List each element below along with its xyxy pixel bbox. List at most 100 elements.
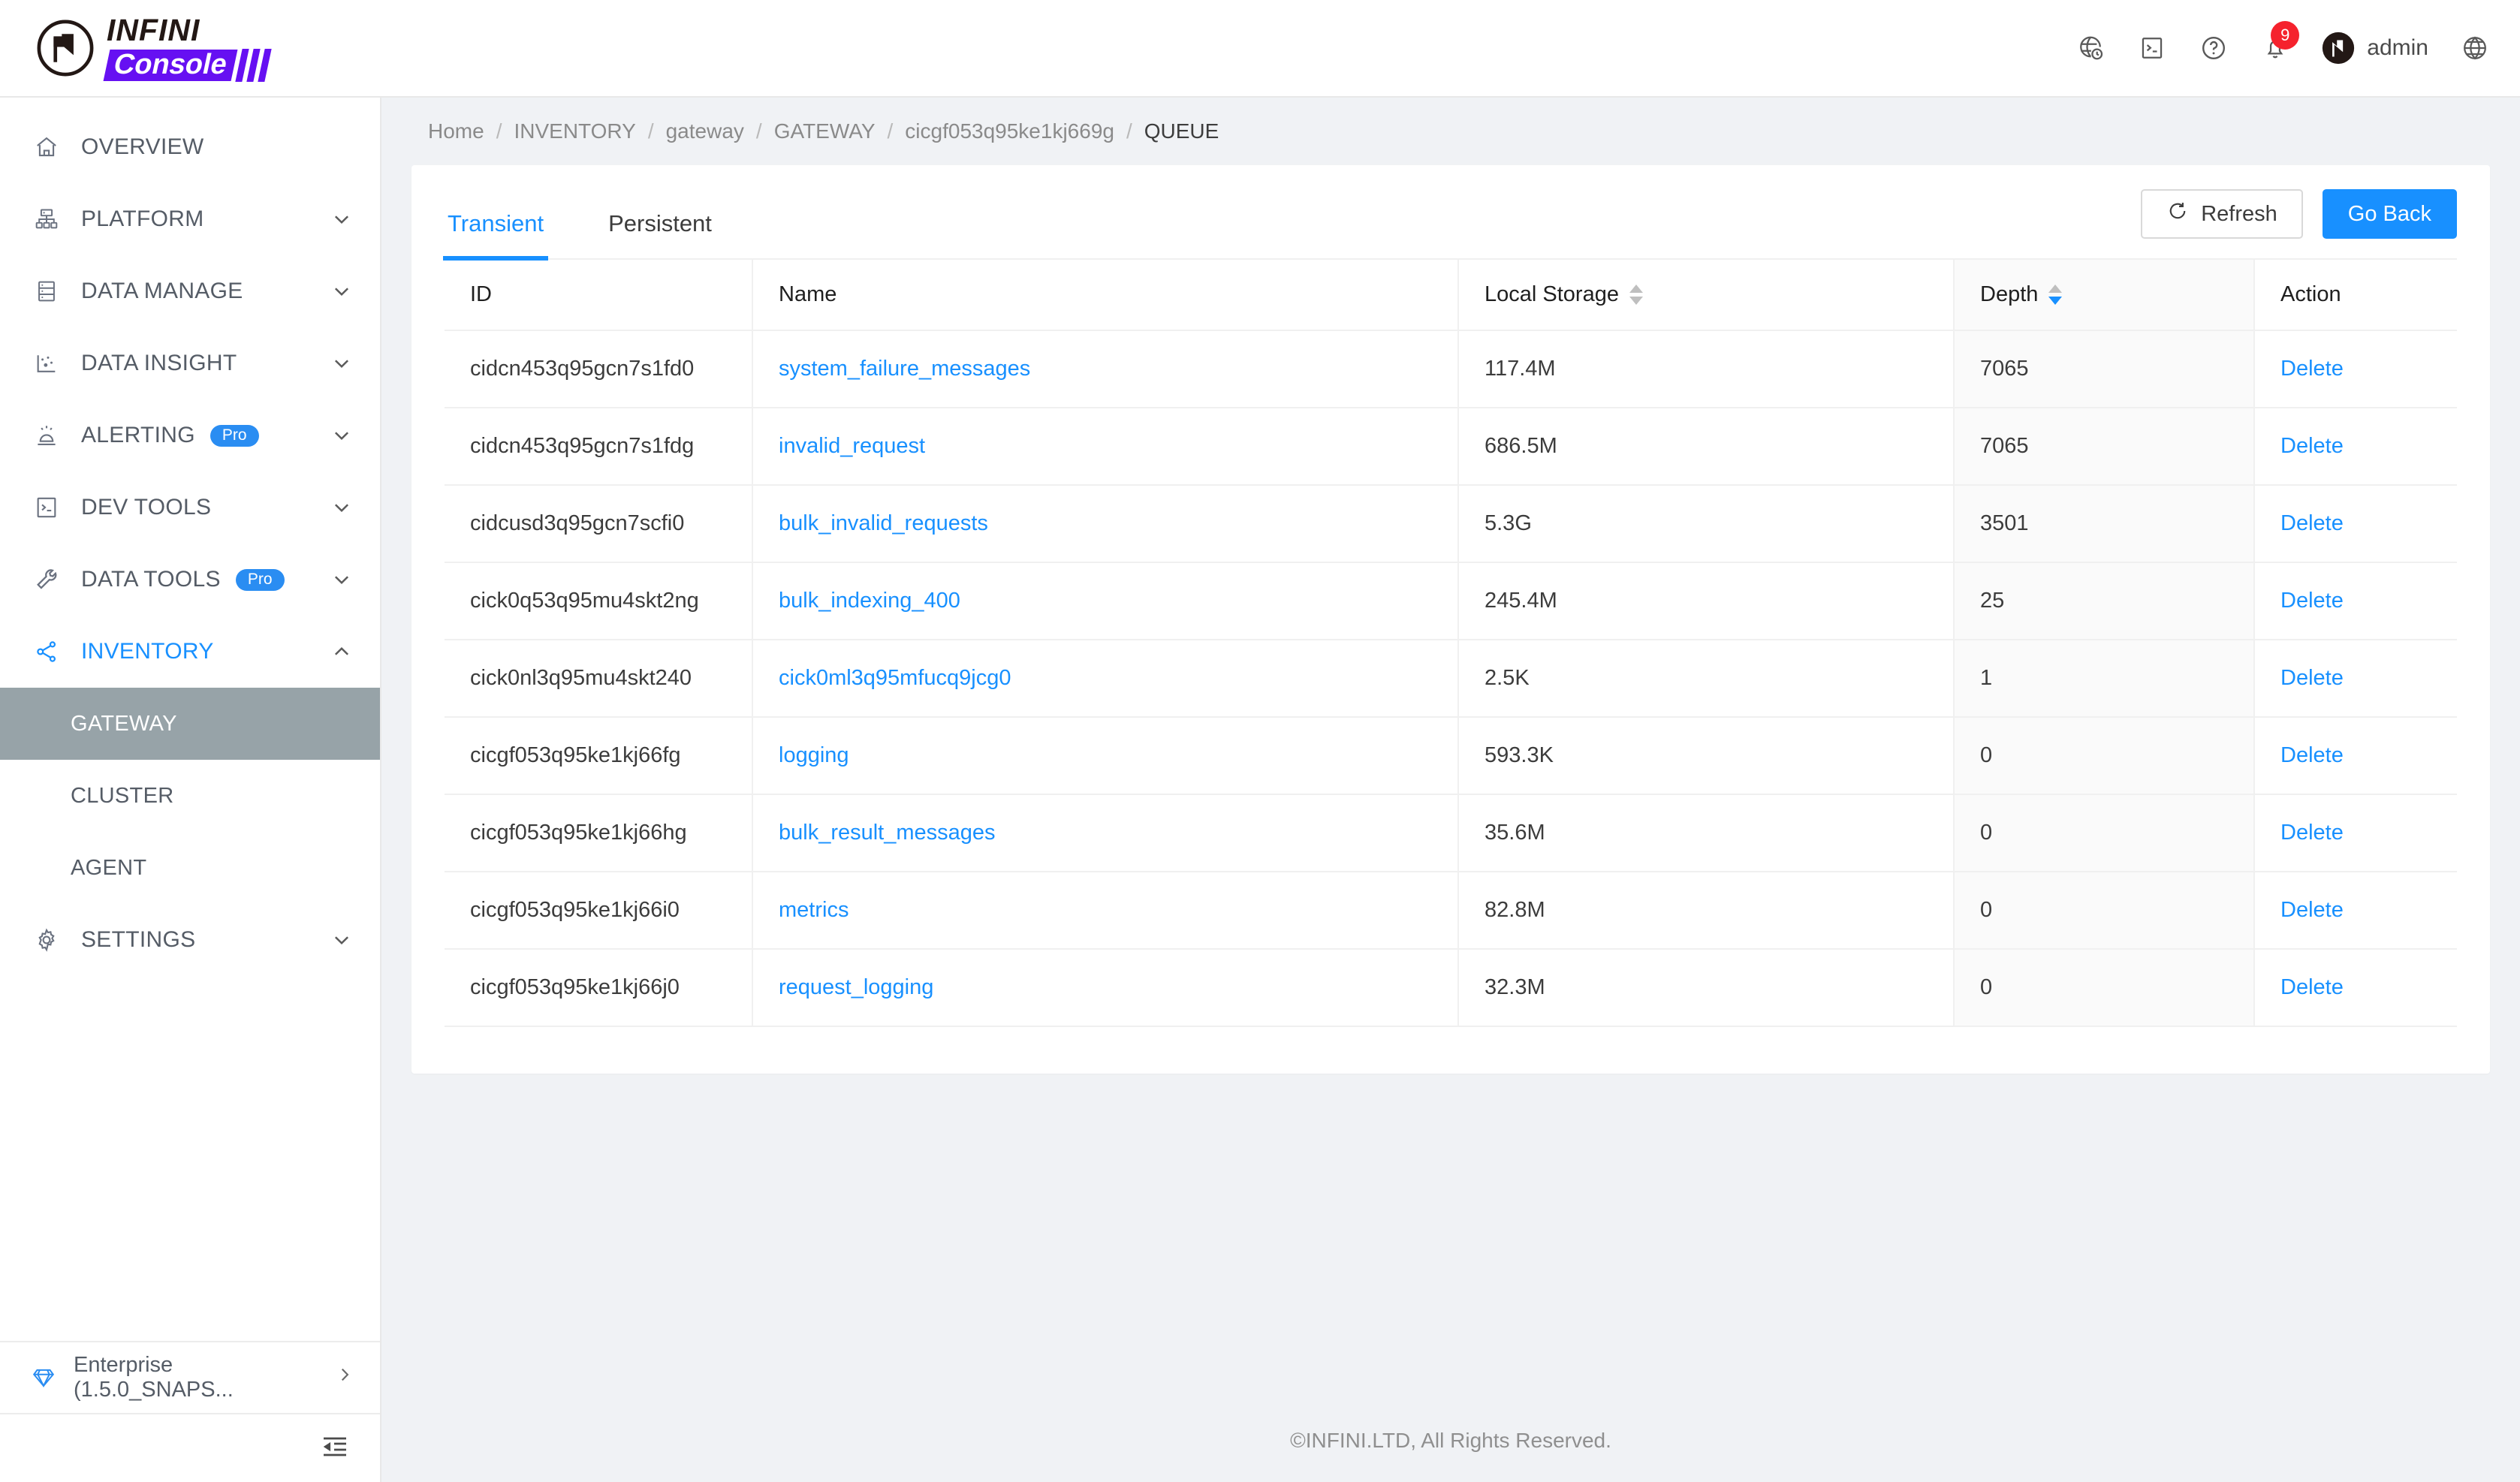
cell-action: Delete [2254, 717, 2457, 795]
cell-local-storage: 117.4M [1458, 330, 1955, 408]
breadcrumb-item-instance-id[interactable]: cicgf053q95ke1kj669g [905, 119, 1114, 143]
tab-persistent[interactable]: Persistent [605, 210, 715, 258]
sort-toggle-depth[interactable] [2048, 285, 2063, 305]
sidebar-item-data-manage[interactable]: DATA MANAGE [0, 255, 380, 327]
sidebar-item-agent[interactable]: AGENT [0, 832, 380, 904]
cell-id: cicgf053q95ke1kj66hg [445, 794, 753, 872]
delete-link[interactable]: Delete [2280, 511, 2344, 535]
sidebar-item-label: OVERVIEW [81, 134, 204, 159]
activity-globe-icon[interactable] [2075, 33, 2106, 63]
cell-action: Delete [2254, 408, 2457, 486]
delete-link[interactable]: Delete [2280, 357, 2344, 381]
sidebar-item-overview[interactable]: OVERVIEW [0, 111, 380, 183]
license-info-row[interactable]: Enterprise (1.5.0_SNAPS... [0, 1341, 380, 1413]
table-row: cicgf053q95ke1kj66i0 metrics 82.8M 0 Del… [445, 872, 2457, 950]
queue-name-link[interactable]: metrics [779, 898, 849, 922]
collapse-sidebar-button[interactable] [0, 1413, 380, 1482]
tab-transient[interactable]: Transient [442, 210, 549, 261]
queue-name-link[interactable]: logging [779, 743, 849, 767]
breadcrumb-item-gateway-lower[interactable]: gateway [666, 119, 744, 143]
cell-local-storage: 82.8M [1458, 872, 1955, 950]
notification-bell-icon[interactable]: 9 [2260, 21, 2300, 63]
cell-id: cidcn453q95gcn7s1fd0 [445, 330, 753, 408]
sidebar-item-label: DEV TOOLS [81, 495, 212, 520]
sidebar-item-alerting[interactable]: ALERTING Pro [0, 399, 380, 471]
user-menu[interactable]: admin [2322, 32, 2428, 65]
queue-name-link[interactable]: system_failure_messages [779, 357, 1030, 381]
pro-badge: Pro [209, 424, 259, 447]
column-header-depth[interactable]: Depth [1954, 260, 2255, 331]
cell-local-storage: 2.5K [1458, 640, 1955, 718]
cell-name: bulk_invalid_requests [752, 485, 1459, 563]
cell-id: cick0nl3q95mu4skt240 [445, 640, 753, 718]
delete-link[interactable]: Delete [2280, 743, 2344, 767]
infini-logo-icon [37, 20, 94, 77]
sidebar-item-dev-tools[interactable]: DEV TOOLS [0, 471, 380, 544]
avatar [2323, 32, 2355, 65]
delete-link[interactable]: Delete [2280, 898, 2344, 922]
sidebar-item-platform[interactable]: PLATFORM [0, 183, 380, 255]
chevron-down-icon [330, 208, 353, 230]
cell-depth: 1 [1954, 640, 2255, 718]
cell-depth: 7065 [1954, 408, 2255, 486]
chevron-up-icon [330, 640, 353, 663]
queue-name-link[interactable]: invalid_request [779, 434, 925, 458]
chevron-down-icon [330, 352, 353, 375]
refresh-icon [2166, 200, 2189, 228]
queue-name-link[interactable]: cick0ml3q95mfucq9jcg0 [779, 666, 1011, 690]
tab-label: Transient [448, 210, 544, 236]
cell-depth: 25 [1954, 562, 2255, 640]
app-logo[interactable]: INFINI Console [0, 0, 381, 96]
console-terminal-icon[interactable] [2137, 33, 2167, 63]
page-footer: ©INFINI.LTD, All Rights Reserved. [381, 1399, 2520, 1482]
cell-local-storage: 35.6M [1458, 794, 1955, 872]
queue-card: Transient Persistent Refresh Go Back ID … [411, 165, 2490, 1074]
table-row: cicgf053q95ke1kj66j0 request_logging 32.… [445, 949, 2457, 1027]
sidebar-item-data-insight[interactable]: DATA INSIGHT [0, 327, 380, 399]
delete-link[interactable]: Delete [2280, 666, 2344, 690]
sidebar-item-label: INVENTORY [81, 639, 214, 664]
language-globe-icon[interactable] [2460, 33, 2490, 63]
chevron-down-icon [330, 280, 353, 303]
column-header-id: ID [445, 260, 753, 331]
queue-table: ID Name Local Storage Depth Action cidcn… [445, 260, 2457, 1027]
sidebar-item-label: DATA INSIGHT [81, 351, 237, 375]
cell-action: Delete [2254, 640, 2457, 718]
notification-count-badge: 9 [2271, 21, 2300, 50]
breadcrumb-item-inventory[interactable]: INVENTORY [514, 119, 635, 143]
help-question-icon[interactable] [2199, 33, 2229, 63]
go-back-label: Go Back [2347, 201, 2431, 226]
sort-toggle-local-storage[interactable] [1629, 285, 1643, 305]
queue-name-link[interactable]: bulk_result_messages [779, 821, 996, 845]
delete-link[interactable]: Delete [2280, 821, 2344, 845]
database-icon [32, 276, 62, 306]
column-header-local-storage[interactable]: Local Storage [1458, 260, 1955, 331]
cell-action: Delete [2254, 872, 2457, 950]
breadcrumb: Home / INVENTORY / gateway / GATEWAY / c… [381, 98, 2520, 165]
sidebar-item-data-tools[interactable]: DATA TOOLS Pro [0, 544, 380, 616]
chevron-down-icon [330, 929, 353, 951]
sidebar-item-settings[interactable]: SETTINGS [0, 904, 380, 976]
go-back-button[interactable]: Go Back [2322, 189, 2457, 239]
delete-link[interactable]: Delete [2280, 975, 2344, 999]
delete-link[interactable]: Delete [2280, 434, 2344, 458]
scatter-icon [32, 348, 62, 378]
refresh-button[interactable]: Refresh [2141, 189, 2303, 239]
collapse-sidebar-icon [320, 1432, 350, 1465]
delete-link[interactable]: Delete [2280, 589, 2344, 613]
breadcrumb-item-gateway[interactable]: GATEWAY [774, 119, 876, 143]
sidebar-item-gateway[interactable]: GATEWAY [0, 688, 380, 760]
alarm-icon [32, 420, 62, 450]
sidebar-item-inventory[interactable]: INVENTORY [0, 616, 380, 688]
terminal-icon [32, 492, 62, 523]
cell-id: cidcn453q95gcn7s1fdg [445, 408, 753, 486]
wrench-icon [32, 565, 62, 595]
sidebar-item-cluster[interactable]: CLUSTER [0, 760, 380, 832]
queue-name-link[interactable]: bulk_indexing_400 [779, 589, 960, 613]
sidebar-subitem-label: CLUSTER [71, 783, 174, 808]
queue-name-link[interactable]: bulk_invalid_requests [779, 511, 988, 535]
queue-name-link[interactable]: request_logging [779, 975, 933, 999]
table-header-row: ID Name Local Storage Depth Action [445, 260, 2457, 331]
breadcrumb-item-home[interactable]: Home [428, 119, 484, 143]
sitemap-icon [32, 204, 62, 234]
